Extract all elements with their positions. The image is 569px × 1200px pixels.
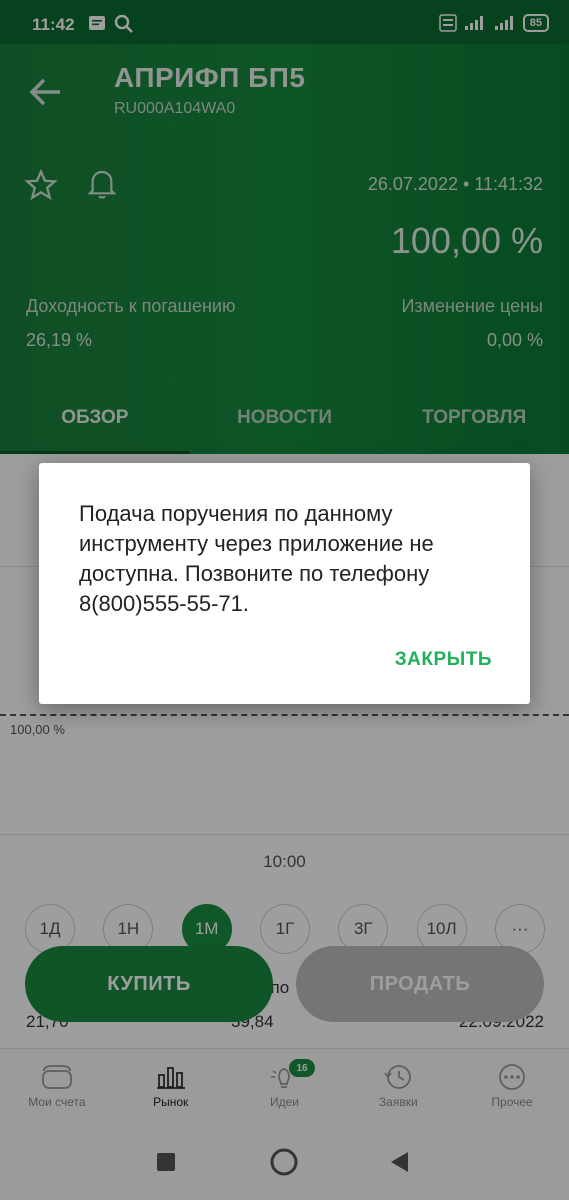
dialog-message: Подача поручения по данному инструменту … — [79, 501, 434, 616]
info-dialog: Подача поручения по данному инструменту … — [39, 463, 530, 704]
dialog-close-button[interactable]: ЗАКРЫТЬ — [395, 649, 492, 671]
